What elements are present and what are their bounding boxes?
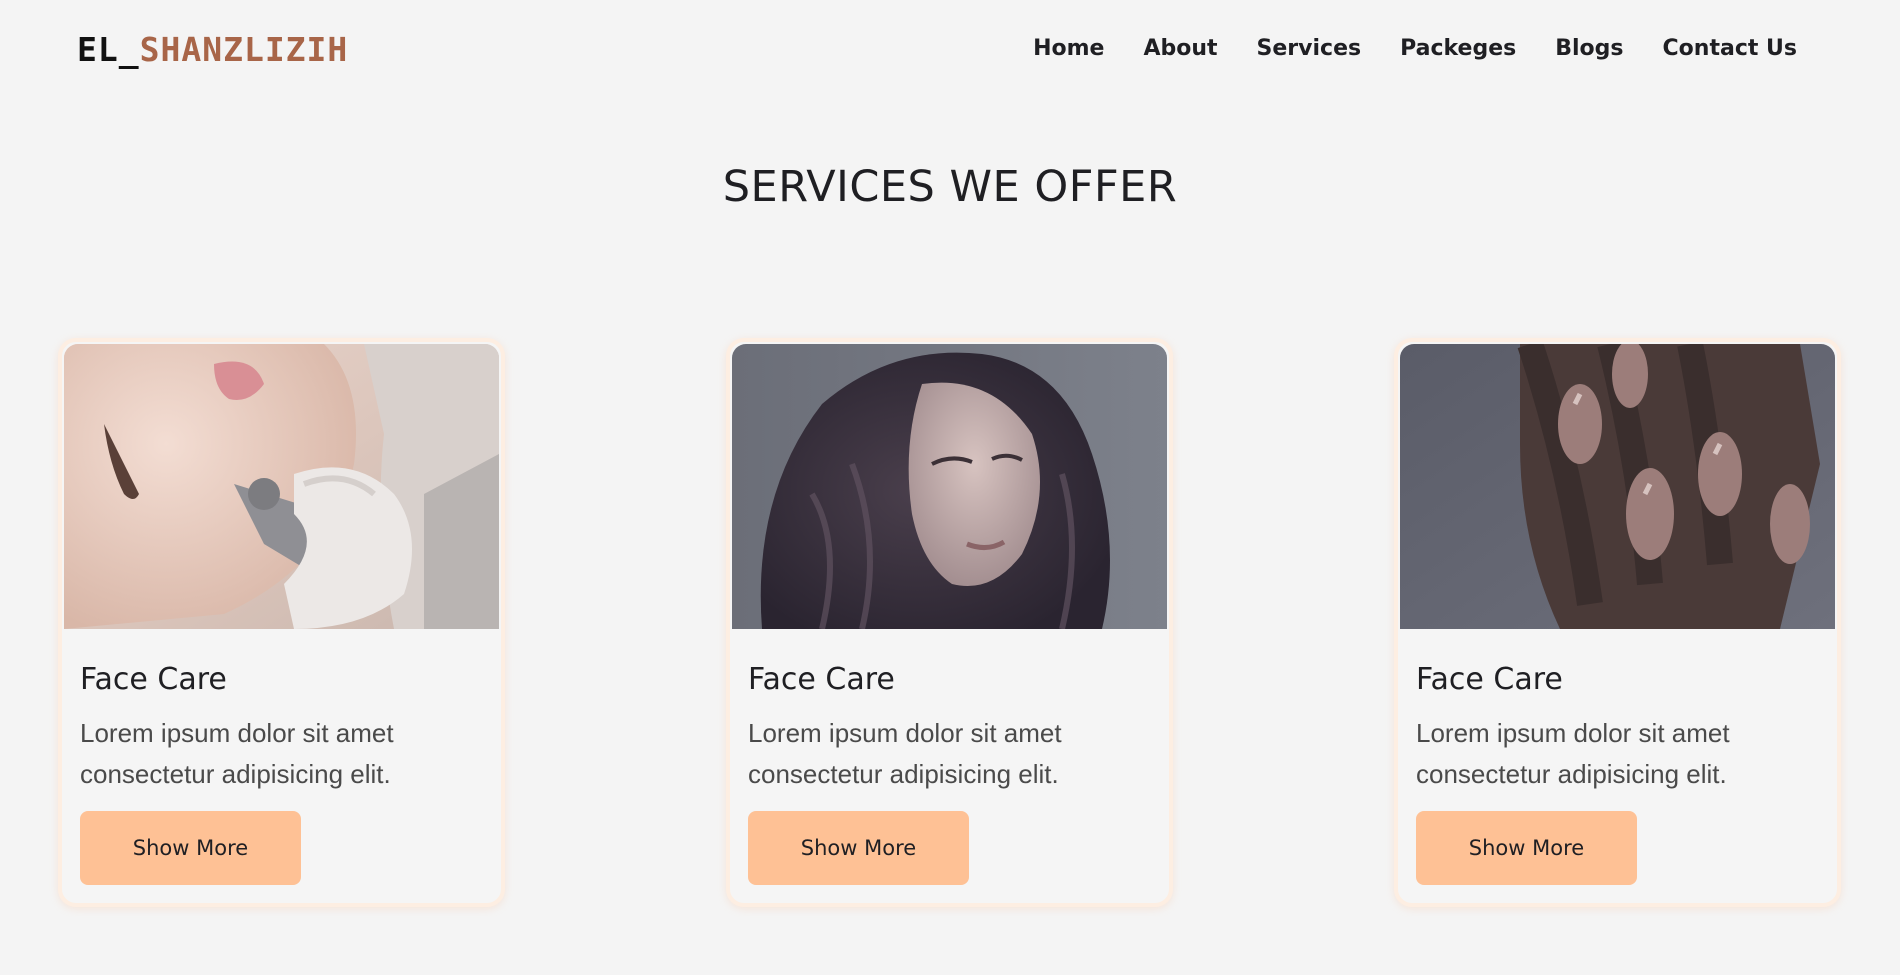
card-title: Face Care [80,662,227,697]
service-card: Face Care Lorem ipsum dolor sit amet con… [726,338,1173,907]
page: EL_SHANZLIZIH Home About Services Packeg… [0,0,1900,975]
show-more-button[interactable]: Show More [1416,811,1637,885]
card-description: Lorem ipsum dolor sit amet consectetur a… [80,718,394,789]
nav-item-about[interactable]: About [1143,36,1217,61]
nav-item-blogs[interactable]: Blogs [1555,36,1623,61]
service-card: Face Care Lorem ipsum dolor sit amet con… [58,338,505,907]
hair-model-photo [732,344,1167,629]
card-description: Lorem ipsum dolor sit amet consectetur a… [1416,718,1730,789]
nav-item-services[interactable]: Services [1257,36,1362,61]
nav-item-contact[interactable]: Contact Us [1663,36,1797,61]
site-header: EL_SHANZLIZIH Home About Services Packeg… [0,0,1900,100]
show-more-button[interactable]: Show More [80,811,301,885]
section-title: SERVICES WE OFFER [722,162,1178,212]
card-title: Face Care [748,662,895,697]
service-card: Face Care Lorem ipsum dolor sit amet con… [1394,338,1841,907]
card-title: Face Care [1416,662,1563,697]
logo-accent-text: SHANZLIZIH [139,30,349,69]
show-more-button[interactable]: Show More [748,811,969,885]
nav-item-home[interactable]: Home [1033,36,1104,61]
nails-photo [1400,344,1835,629]
logo-main-text: EL_ [77,30,140,69]
nav-item-packages[interactable]: Packeges [1400,36,1516,61]
brand-logo[interactable]: EL_SHANZLIZIH [77,30,348,69]
face-treatment-photo [64,344,499,629]
card-description: Lorem ipsum dolor sit amet consectetur a… [748,718,1062,789]
main-nav: Home About Services Packeges Blogs Conta… [1033,36,1797,61]
